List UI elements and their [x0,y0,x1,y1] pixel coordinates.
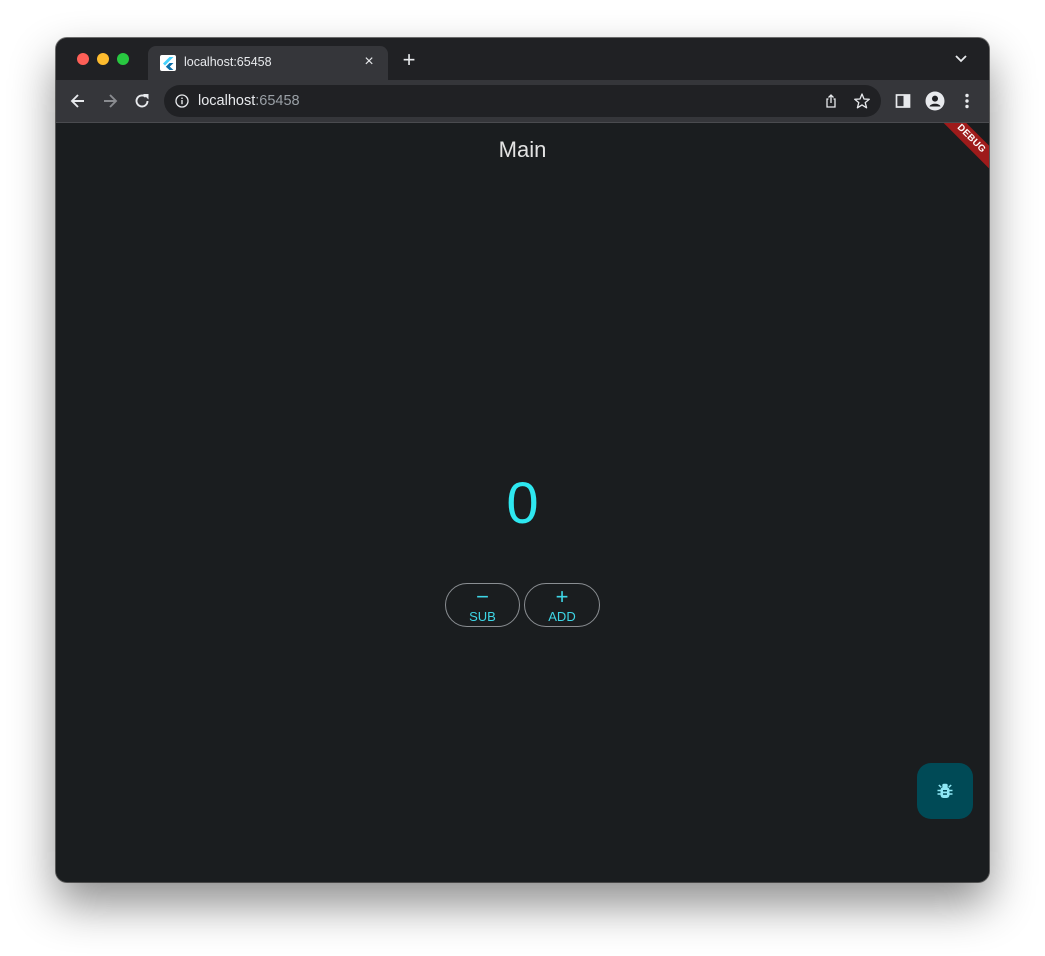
bug-icon [935,781,955,801]
sub-button-label: SUB [469,609,496,624]
browser-window: localhost:65458 × + localhost:65458 Main… [56,38,989,882]
new-tab-button[interactable]: + [399,49,419,71]
url-host: localhost [198,93,256,109]
reload-icon[interactable] [132,91,152,111]
minimize-window-button[interactable] [97,53,109,65]
counter-value: 0 [506,471,539,536]
profile-avatar-icon[interactable] [925,91,945,111]
sub-button[interactable]: − SUB [445,583,520,627]
share-icon[interactable] [823,93,839,109]
maximize-window-button[interactable] [117,53,129,65]
tab-search-chevron-icon[interactable] [953,52,969,66]
browser-toolbar: localhost:65458 [56,80,989,123]
close-window-button[interactable] [77,53,89,65]
plus-icon: + [555,584,569,609]
add-button-label: ADD [548,609,576,624]
bookmark-star-icon[interactable] [853,92,871,110]
tab-strip: localhost:65458 × + [56,38,989,80]
tab-close-icon[interactable]: × [360,53,378,71]
forward-arrow-icon[interactable] [100,91,120,111]
site-info-icon[interactable] [174,93,190,109]
browser-tab[interactable]: localhost:65458 × [148,46,388,80]
page-title: Main [498,137,547,162]
debug-fab-button[interactable] [917,763,973,819]
back-arrow-icon[interactable] [68,91,88,111]
app-viewport: Main DEBUG 0 − SUB + ADD [56,123,989,882]
flutter-favicon-icon [160,55,176,71]
minus-icon: − [476,584,489,609]
browser-menu-icon[interactable] [957,91,977,111]
tab-title: localhost:65458 [184,55,272,69]
address-bar[interactable]: localhost:65458 [164,85,881,117]
url-port: :65458 [255,93,300,109]
add-button[interactable]: + ADD [524,583,600,627]
side-panel-icon[interactable] [893,91,913,111]
address-url: localhost:65458 [198,93,300,109]
